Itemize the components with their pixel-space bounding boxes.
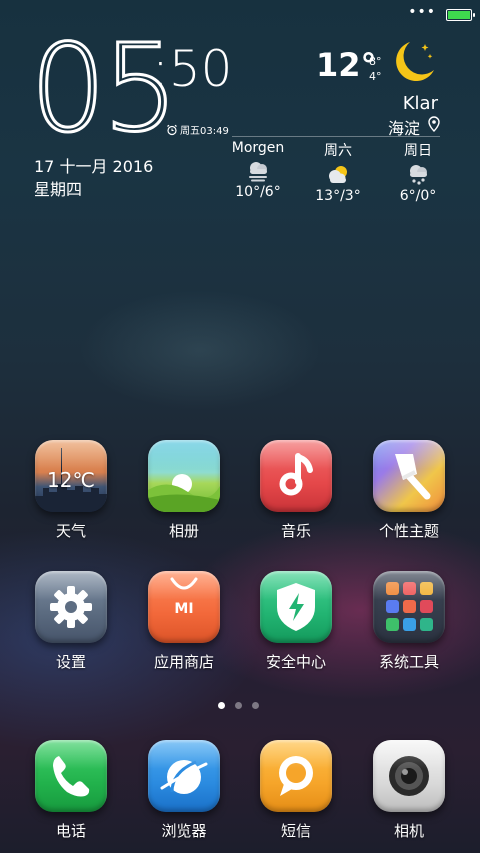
weather-app-icon: 12℃: [35, 440, 107, 512]
page-indicator: [218, 702, 259, 709]
system-tools-folder-icon: [373, 571, 445, 643]
clock-minute[interactable]: :50: [152, 44, 232, 94]
high-low-temps: 8° 4°: [369, 54, 382, 84]
app-label: 短信: [280, 822, 311, 840]
app-music[interactable]: 音乐: [251, 440, 341, 541]
app-label: 应用商店: [153, 653, 214, 671]
current-temperature[interactable]: 12°: [316, 46, 377, 84]
dock-messages[interactable]: 短信: [251, 740, 341, 841]
app-label: 浏览器: [161, 822, 207, 840]
store-mi-logo: MI: [174, 601, 194, 617]
forecast-day-label: Morgen: [231, 140, 285, 156]
browser-icon: [148, 740, 220, 812]
low-temp: 4°: [369, 70, 382, 83]
cloudy-fog-icon: [249, 162, 267, 182]
app-label: 相机: [393, 822, 424, 840]
app-settings[interactable]: 设置: [26, 571, 116, 672]
music-icon: [260, 440, 332, 512]
status-bar: •••: [408, 4, 475, 24]
forecast-temps: 10°/6°: [235, 184, 281, 200]
app-themes[interactable]: 个性主题: [364, 440, 454, 541]
app-gallery[interactable]: 相册: [139, 440, 229, 541]
forecast-day-label: 周日: [404, 143, 432, 159]
forecast-temps: 13°/3°: [315, 188, 361, 204]
date-text: 17 十一月 2016: [34, 157, 154, 176]
alarm-clock-icon: [167, 124, 177, 135]
forecast-divider: [232, 136, 440, 137]
app-label: 系统工具: [378, 653, 439, 671]
page-dot[interactable]: [235, 702, 242, 709]
battery-icon: [446, 9, 475, 21]
app-label: 电话: [55, 822, 86, 840]
app-store-bag-icon: MI: [148, 571, 220, 643]
forecast-day-3[interactable]: 周日 6°/0°: [386, 140, 450, 204]
high-temp: 8°: [369, 55, 382, 68]
rain-icon: [410, 165, 427, 185]
weather-condition: Klar: [402, 93, 438, 114]
page-dot[interactable]: [252, 702, 259, 709]
forecast-day-2[interactable]: 周六 13°/3°: [306, 140, 370, 204]
location-pin-icon: [428, 116, 440, 132]
dock-camera[interactable]: 相机: [364, 740, 454, 841]
app-store[interactable]: MI 应用商店: [139, 571, 229, 672]
page-dot-active[interactable]: [218, 702, 225, 709]
weekday-text: 星期四: [34, 180, 83, 199]
app-label: 天气: [55, 522, 86, 540]
app-system-tools[interactable]: 系统工具: [364, 571, 454, 672]
gallery-icon: [148, 440, 220, 512]
app-label: 安全中心: [265, 653, 326, 671]
app-label: 个性主题: [378, 522, 439, 540]
app-label: 相册: [168, 522, 199, 540]
partly-sunny-icon: [329, 166, 347, 183]
messages-icon: [260, 740, 332, 812]
alarm-indicator: 周五03:49: [166, 122, 229, 137]
forecast-day-1[interactable]: Morgen 10°/6°: [226, 140, 290, 200]
settings-gear-icon: [35, 571, 107, 643]
forecast-day-label: 周六: [324, 143, 352, 159]
dock-browser[interactable]: 浏览器: [139, 740, 229, 841]
app-label: 音乐: [280, 522, 311, 540]
forecast-temps: 6°/0°: [399, 188, 437, 204]
camera-icon: [373, 740, 445, 812]
app-label: 设置: [55, 653, 86, 671]
phone-icon: [35, 740, 107, 812]
alarm-time: 周五03:49: [180, 126, 229, 137]
weather-app-temp: 12℃: [47, 468, 95, 492]
more-dots-icon: •••: [408, 4, 436, 20]
app-security[interactable]: 安全中心: [251, 571, 341, 672]
app-weather[interactable]: 12℃ 天气: [26, 440, 116, 541]
themes-brush-icon: [373, 440, 445, 512]
moon-stars-icon: [396, 42, 434, 82]
dock-phone[interactable]: 电话: [26, 740, 116, 841]
security-shield-icon: [260, 571, 332, 643]
